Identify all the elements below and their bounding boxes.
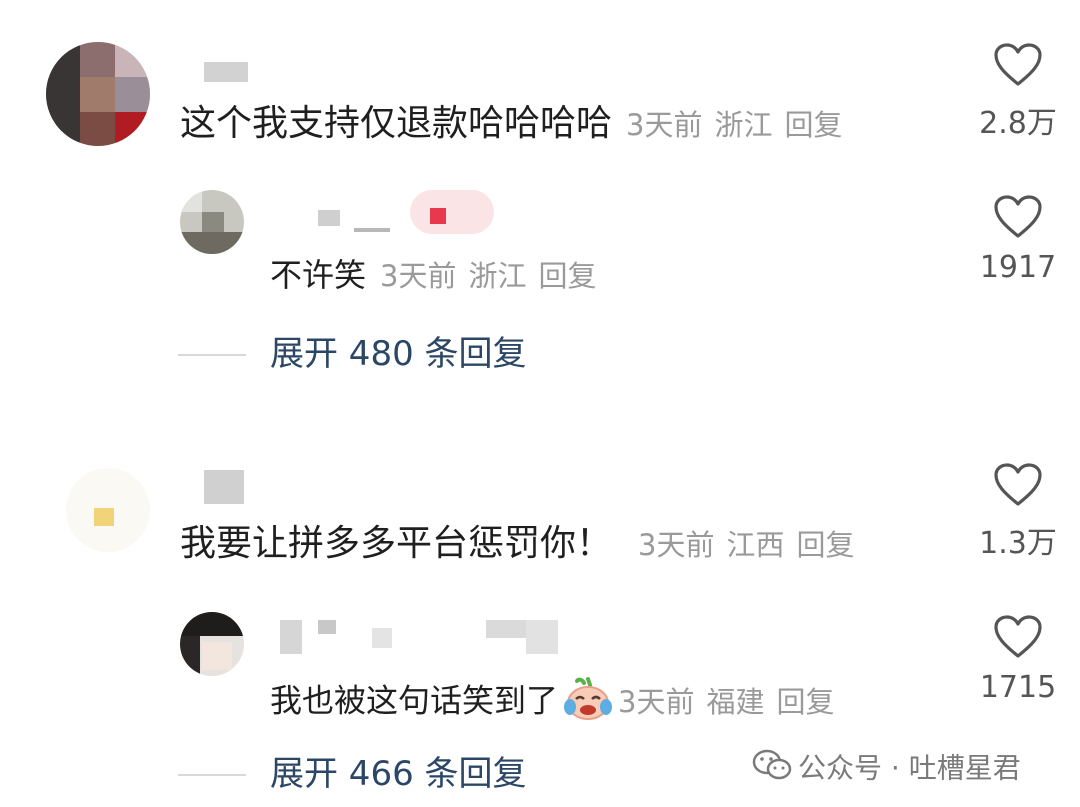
user-badge bbox=[410, 190, 494, 234]
comment-text-row: 这个我支持仅退款哈哈哈哈 3天前 浙江 回复 bbox=[180, 102, 843, 147]
username-blurred bbox=[372, 628, 392, 648]
comment-location: 江西 bbox=[726, 528, 785, 562]
reply-text: 不许笑 bbox=[270, 256, 367, 294]
reply-button[interactable]: 回复 bbox=[796, 528, 854, 562]
username-blurred[interactable] bbox=[280, 620, 302, 654]
heart-icon bbox=[994, 463, 1042, 506]
username-blurred[interactable] bbox=[204, 470, 244, 504]
watermark-text: 公众号 · 吐槽星君 bbox=[798, 751, 1021, 785]
avatar[interactable] bbox=[180, 612, 244, 676]
reply-location: 福建 bbox=[706, 684, 765, 719]
username-blurred bbox=[486, 620, 526, 638]
comment-text: 我要让拼多多平台惩罚你！ bbox=[180, 523, 613, 564]
avatar[interactable] bbox=[46, 42, 150, 146]
username-blurred bbox=[526, 620, 558, 654]
comment-text: 这个我支持仅退款哈哈哈哈 bbox=[180, 103, 613, 144]
like-button[interactable]: 2.8万 bbox=[963, 42, 1073, 142]
username-blurred bbox=[354, 228, 390, 232]
like-button[interactable]: 1715 bbox=[963, 614, 1073, 705]
reply-text-row: 我也被这句话笑到了 3天前 福建 回复 bbox=[270, 675, 835, 730]
like-button[interactable]: 1917 bbox=[963, 194, 1073, 285]
username-blurred[interactable] bbox=[204, 62, 248, 82]
divider-line bbox=[178, 774, 246, 776]
reply-time: 3天前 bbox=[618, 684, 695, 719]
like-count: 2.8万 bbox=[979, 106, 1057, 141]
expand-replies-label: 展开 480 条回复 bbox=[270, 334, 527, 374]
reply-location: 浙江 bbox=[468, 259, 527, 293]
divider-line bbox=[178, 354, 246, 356]
username-blurred[interactable] bbox=[318, 210, 340, 226]
username-blurred bbox=[318, 620, 336, 634]
heart-icon bbox=[994, 615, 1042, 658]
like-button[interactable]: 1.3万 bbox=[963, 462, 1073, 562]
comment-time: 3天前 bbox=[626, 108, 703, 142]
watermark: 公众号 · 吐槽星君 bbox=[752, 748, 1021, 791]
like-count: 1.3万 bbox=[979, 526, 1057, 561]
avatar[interactable] bbox=[180, 190, 244, 254]
reply-text-row: 不许笑 3天前 浙江 回复 bbox=[270, 255, 597, 296]
reply-button[interactable]: 回复 bbox=[784, 108, 842, 142]
crying-laughing-emoji-icon bbox=[562, 675, 614, 730]
comment-time: 3天前 bbox=[638, 528, 715, 562]
heart-icon bbox=[994, 195, 1042, 238]
reply-time: 3天前 bbox=[380, 259, 457, 293]
reply-button[interactable]: 回复 bbox=[776, 685, 834, 719]
reply-button[interactable]: 回复 bbox=[538, 259, 596, 293]
comment-text-row: 我要让拼多多平台惩罚你！ 3天前 江西 回复 bbox=[180, 522, 855, 567]
user-badge-icon bbox=[430, 208, 446, 224]
comment-location: 浙江 bbox=[714, 108, 773, 142]
expand-replies-label: 展开 466 条回复 bbox=[270, 754, 527, 794]
reply-text: 我也被这句话笑到了 bbox=[270, 681, 559, 720]
heart-icon bbox=[994, 43, 1042, 86]
wechat-icon bbox=[752, 748, 792, 791]
avatar[interactable] bbox=[66, 468, 150, 552]
like-count: 1917 bbox=[979, 250, 1057, 285]
like-count: 1715 bbox=[979, 670, 1057, 705]
